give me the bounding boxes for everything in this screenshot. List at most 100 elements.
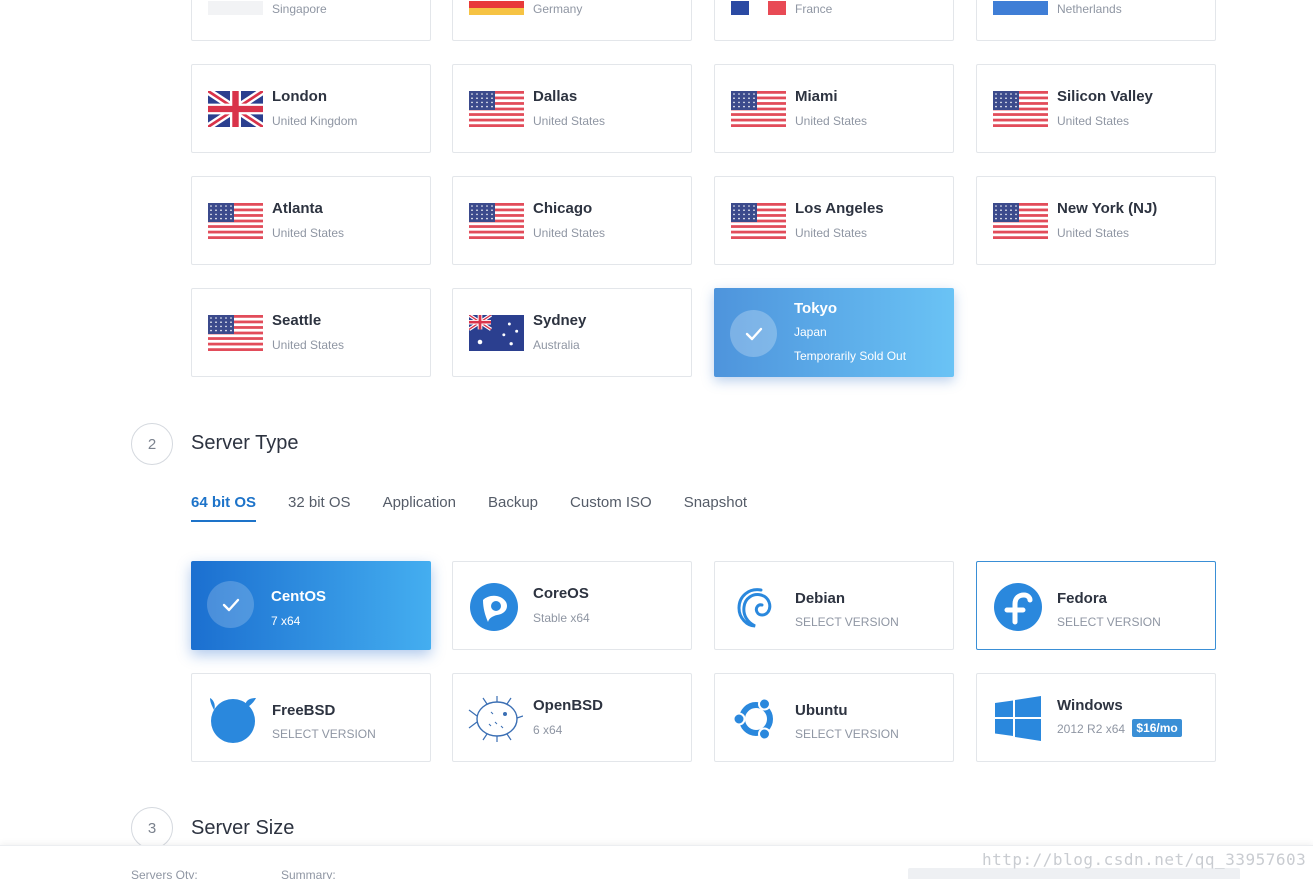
- os-card-debian[interactable]: Debian SELECT VERSION: [714, 561, 954, 650]
- tab-32-bit-os[interactable]: 32 bit OS: [288, 494, 351, 522]
- os-detail: SELECT VERSION: [795, 615, 899, 629]
- os-name: CentOS: [271, 588, 327, 605]
- location-card-atlanta[interactable]: Atlanta United States: [191, 176, 431, 265]
- tab-custom-iso[interactable]: Custom ISO: [570, 494, 652, 522]
- location-city: London: [272, 88, 327, 105]
- location-card-germany[interactable]: Germany: [452, 0, 692, 41]
- location-card-london[interactable]: London United Kingdom: [191, 64, 431, 153]
- os-card-centos[interactable]: CentOS 7 x64: [191, 561, 431, 650]
- os-name: OpenBSD: [533, 697, 604, 714]
- os-detail: Stable x64: [533, 611, 590, 625]
- location-country: France: [795, 2, 833, 16]
- location-country: United States: [795, 226, 868, 240]
- us-flag-icon: [469, 203, 524, 239]
- price-badge: $16/mo: [1132, 719, 1182, 737]
- location-country: Australia: [533, 338, 580, 352]
- location-city: Sydney: [533, 312, 587, 329]
- os-detail: SELECT VERSION: [795, 727, 899, 741]
- windows-icon: [993, 694, 1043, 744]
- location-city: Seattle: [272, 312, 322, 329]
- debian-icon: [731, 582, 781, 632]
- location-country: United States: [272, 226, 345, 240]
- location-country: United States: [272, 338, 345, 352]
- location-country: Singapore: [272, 2, 327, 16]
- fedora-icon: [993, 582, 1043, 632]
- location-card-los-angeles[interactable]: Los Angeles United States: [714, 176, 954, 265]
- location-city: New York (NJ): [1057, 200, 1158, 217]
- uk-flag-icon: [208, 91, 263, 127]
- section-title: Server Type: [191, 432, 299, 454]
- step-number: 3: [131, 807, 173, 849]
- location-city: Chicago: [533, 200, 593, 217]
- france-flag-icon: [731, 1, 786, 15]
- location-card-netherlands[interactable]: Netherlands: [976, 0, 1216, 41]
- location-card-miami[interactable]: Miami United States: [714, 64, 954, 153]
- location-card-sydney[interactable]: Sydney Australia: [452, 288, 692, 377]
- location-city: Tokyo: [794, 300, 838, 317]
- os-tabs: 64 bit OS 32 bit OS Application Backup C…: [191, 494, 779, 522]
- germany-flag-icon: [469, 1, 524, 15]
- us-flag-icon: [208, 315, 263, 351]
- check-icon: [730, 310, 777, 357]
- os-detail: 6 x64: [533, 723, 563, 737]
- os-name: FreeBSD: [272, 702, 336, 719]
- location-card-dallas[interactable]: Dallas United States: [452, 64, 692, 153]
- os-name: Fedora: [1057, 590, 1108, 607]
- deploy-button[interactable]: [908, 868, 1240, 879]
- tab-application[interactable]: Application: [383, 494, 456, 522]
- australia-flag-icon: [469, 315, 524, 351]
- tab-64-bit-os[interactable]: 64 bit OS: [191, 494, 257, 522]
- us-flag-icon: [208, 203, 263, 239]
- step-number: 2: [131, 423, 173, 465]
- os-card-coreos[interactable]: CoreOS Stable x64: [452, 561, 692, 650]
- tab-backup[interactable]: Backup: [488, 494, 538, 522]
- servers-qty-label: Servers Qty:: [131, 868, 198, 879]
- location-status: Temporarily Sold Out: [794, 349, 907, 363]
- summary-label: Summary:: [281, 868, 336, 879]
- location-card-new-york[interactable]: New York (NJ) United States: [976, 176, 1216, 265]
- ubuntu-icon: [731, 694, 781, 744]
- check-icon: [207, 581, 254, 628]
- os-name: Debian: [795, 590, 846, 607]
- os-card-openbsd[interactable]: OpenBSD 6 x64: [452, 673, 692, 762]
- os-card-windows[interactable]: Windows 2012 R2 x64 $16/mo: [976, 673, 1216, 762]
- os-name: CoreOS: [533, 585, 589, 602]
- location-city: Los Angeles: [795, 200, 884, 217]
- os-card-fedora[interactable]: Fedora SELECT VERSION: [976, 561, 1216, 650]
- location-card-france[interactable]: France: [714, 0, 954, 41]
- freebsd-icon: [208, 694, 258, 744]
- openbsd-icon: [467, 694, 524, 744]
- us-flag-icon: [469, 91, 524, 127]
- tab-snapshot[interactable]: Snapshot: [684, 494, 747, 522]
- os-detail: SELECT VERSION: [1057, 615, 1161, 629]
- os-card-ubuntu[interactable]: Ubuntu SELECT VERSION: [714, 673, 954, 762]
- us-flag-icon: [993, 203, 1048, 239]
- location-country: Japan: [794, 325, 827, 339]
- us-flag-icon: [731, 91, 786, 127]
- location-country: United States: [533, 114, 606, 128]
- location-card-seattle[interactable]: Seattle United States: [191, 288, 431, 377]
- location-country: United States: [1057, 114, 1130, 128]
- location-card-singapore[interactable]: Singapore: [191, 0, 431, 41]
- os-name: Windows: [1057, 697, 1123, 714]
- location-city: Dallas: [533, 88, 578, 105]
- os-card-freebsd[interactable]: FreeBSD SELECT VERSION: [191, 673, 431, 762]
- singapore-flag-icon: [208, 1, 263, 15]
- location-city: Miami: [795, 88, 838, 105]
- coreos-icon: [469, 582, 519, 632]
- os-detail-wrapper: 2012 R2 x64 $16/mo: [1057, 719, 1182, 738]
- location-card-tokyo[interactable]: Tokyo Japan Temporarily Sold Out: [714, 288, 954, 377]
- location-country: United States: [1057, 226, 1130, 240]
- location-country: United Kingdom: [272, 114, 358, 128]
- location-card-silicon-valley[interactable]: Silicon Valley United States: [976, 64, 1216, 153]
- watermark: http://blog.csdn.net/qq_33957603: [982, 850, 1307, 869]
- location-country: Netherlands: [1057, 2, 1122, 16]
- location-country: United States: [533, 226, 606, 240]
- os-detail: 2012 R2 x64: [1057, 722, 1126, 736]
- location-city: Atlanta: [272, 200, 323, 217]
- netherlands-flag-icon: [993, 1, 1048, 15]
- us-flag-icon: [731, 203, 786, 239]
- location-city: Silicon Valley: [1057, 88, 1153, 105]
- os-detail: SELECT VERSION: [272, 727, 376, 741]
- location-card-chicago[interactable]: Chicago United States: [452, 176, 692, 265]
